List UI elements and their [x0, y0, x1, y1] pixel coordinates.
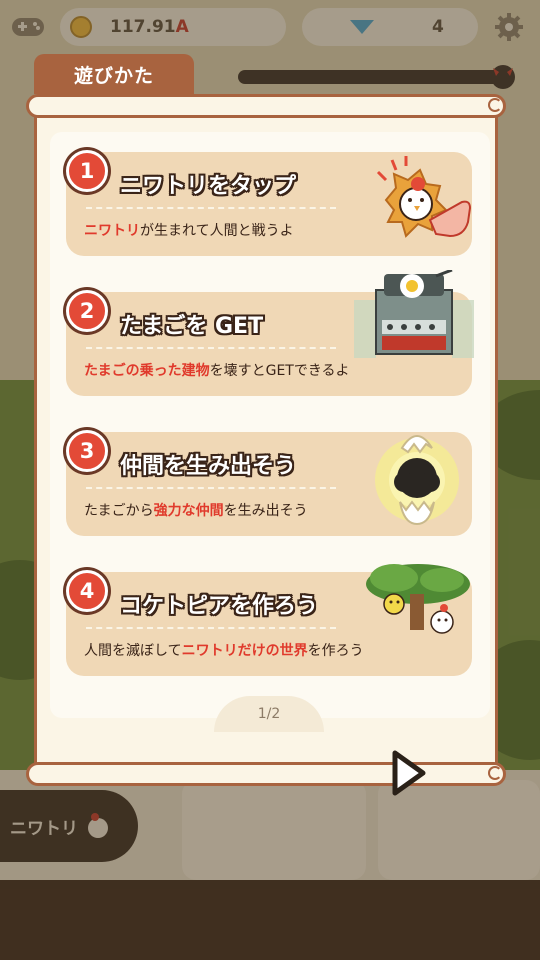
step-number-badge-4: 4 — [66, 570, 108, 612]
step-divider-4 — [86, 627, 336, 629]
step-number-badge-2: 2 — [66, 290, 108, 332]
egg-building-illustration — [354, 270, 474, 358]
step-number-badge-3: 3 — [66, 430, 108, 472]
step-desc-4: 人間を滅ぼしてニワトリだけの世界を作ろう — [84, 643, 364, 659]
scroll-cap-bottom-right — [488, 766, 502, 780]
step-title-1: ニワトリをタップ — [120, 174, 297, 199]
dialog-tab: 遊びかた — [34, 54, 194, 94]
step-desc-2: たまごの乗った建物を壊すとGETできるよ — [84, 363, 350, 379]
step-title-4: コケトピアを作ろう — [120, 594, 319, 619]
scroll-rod-bottom — [26, 762, 506, 786]
step-divider-3 — [86, 487, 336, 489]
step-divider-2 — [86, 347, 336, 349]
dialog-title: 遊びかた — [73, 64, 154, 87]
kocketopia-tree-illustration — [366, 564, 470, 634]
step-divider-1 — [86, 207, 336, 209]
page-indicator: 1/2 — [214, 696, 324, 732]
step-title-2: たまごを GET — [120, 314, 264, 339]
step-desc-1: ニワトリが生まれて人間と戦うよ — [84, 223, 294, 239]
step-number-badge-1: 1 — [66, 150, 108, 192]
chicken-tap-illustration — [376, 156, 472, 238]
next-page-button[interactable] — [386, 748, 430, 798]
scroll-rod-top — [26, 94, 506, 118]
hatching-egg-illustration — [375, 435, 459, 526]
scroll-cap-top-right — [488, 98, 502, 112]
page-indicator-text: 1/2 — [257, 706, 281, 722]
next-arrow-icon — [392, 750, 426, 796]
step-desc-3: たまごから強力な仲間を生み出そう — [84, 503, 308, 519]
step-title-3: 仲間を生み出そう — [120, 454, 297, 479]
